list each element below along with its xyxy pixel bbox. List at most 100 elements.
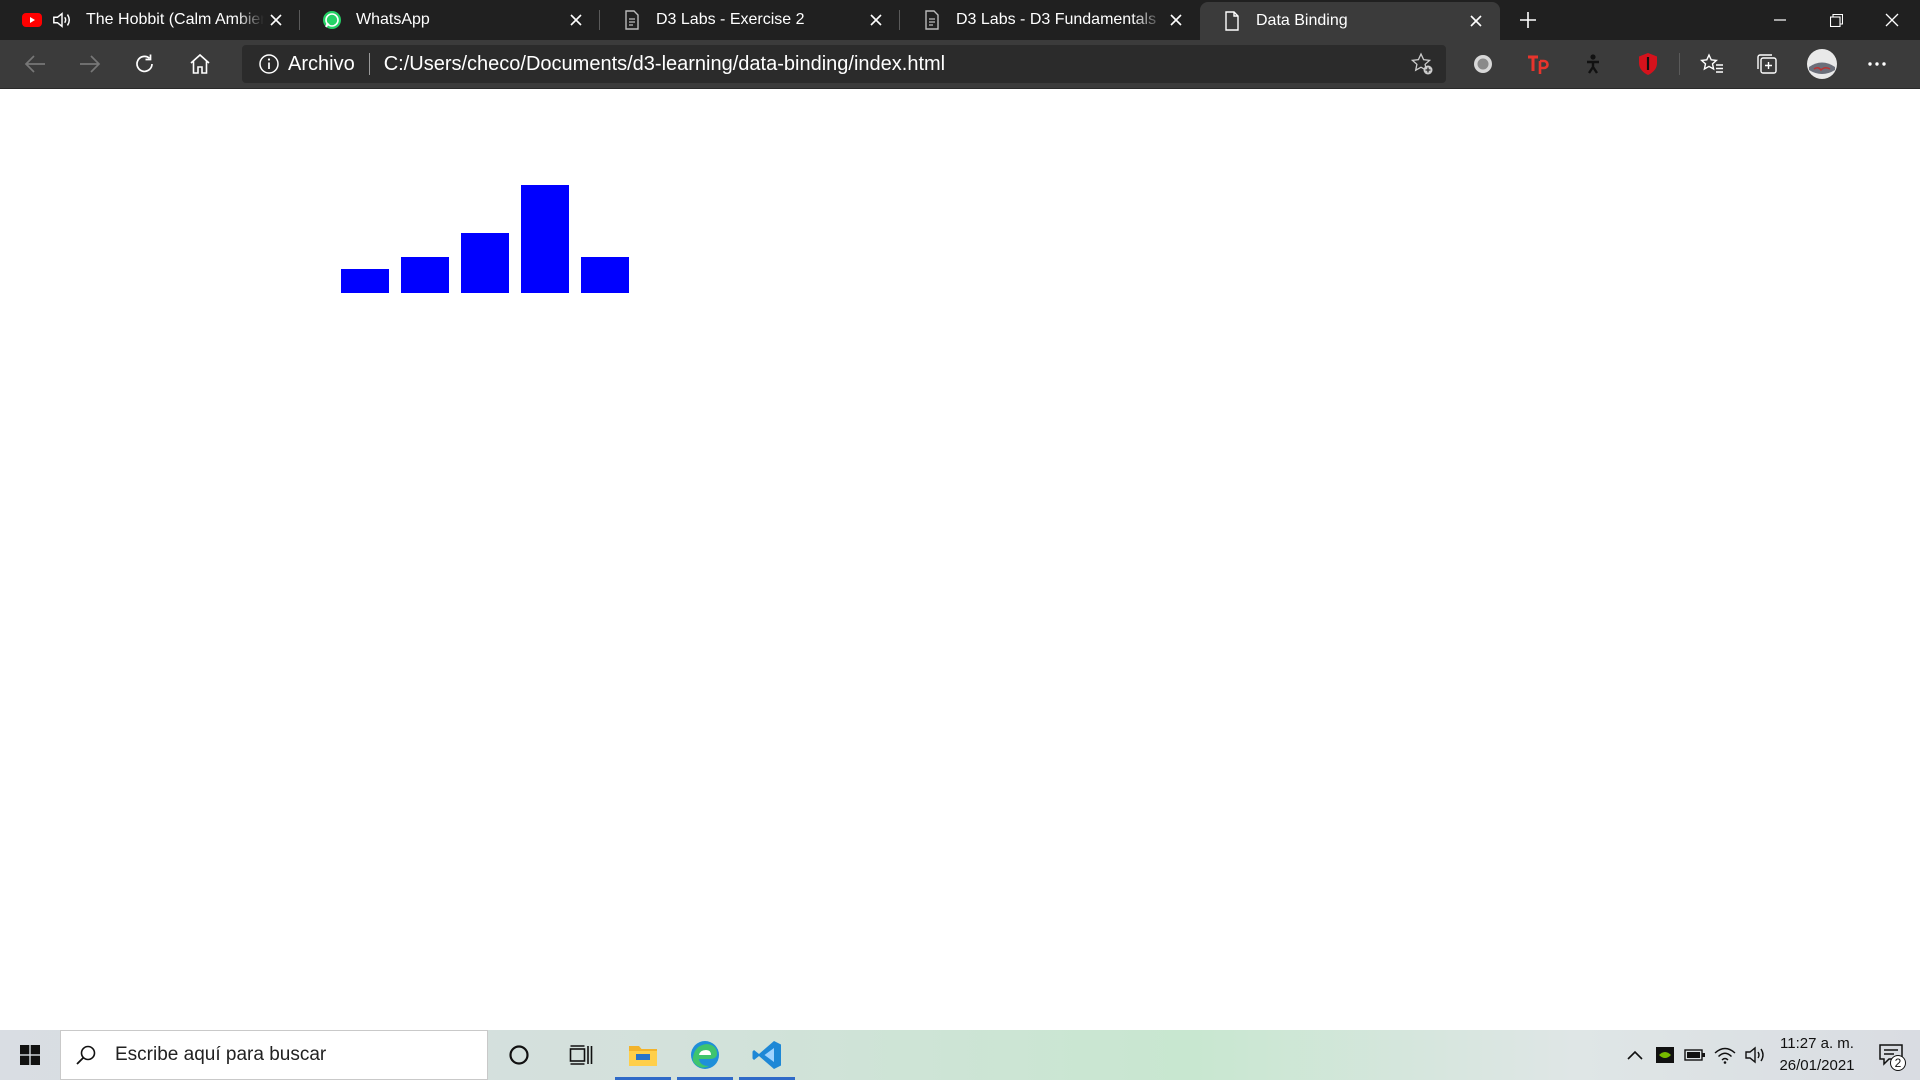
page-viewport [0,89,1920,1030]
wifi-icon [1714,1047,1736,1064]
bar-chart [341,185,629,293]
whatsapp-icon [322,10,342,30]
forward-button[interactable] [70,44,110,84]
battery-tray-button[interactable] [1680,1030,1710,1080]
new-tab-button[interactable] [1508,0,1548,40]
back-arrow-icon [24,55,45,73]
browser-titlebar: The Hobbit (Calm Ambient Mix) WhatsApp D… [0,0,1920,40]
divider [1679,53,1680,75]
chevron-up-icon [1627,1050,1643,1060]
minimize-button[interactable] [1752,0,1808,40]
favorites-icon [1700,53,1723,73]
tab-title: The Hobbit (Calm Ambient Mix) [86,11,264,28]
close-icon [1885,13,1899,27]
window-controls [1752,0,1920,40]
collections-icon [1757,54,1777,74]
bar-3 [461,233,509,293]
tab-title: D3 Labs - D3 Fundamentals [956,11,1157,28]
tab-title: D3 Labs - Exercise 2 [656,11,805,28]
clock-date: 26/01/2021 [1779,1057,1855,1074]
document-icon [1222,11,1242,31]
refresh-button[interactable] [125,44,165,84]
tab-the-hobbit[interactable]: The Hobbit (Calm Ambient Mix) [0,0,300,40]
action-center-button[interactable]: 2 [1862,1030,1920,1080]
add-favorite-button[interactable] [1402,45,1442,83]
cortana-icon [509,1045,529,1065]
address-bar[interactable]: Archivo C:/Users/checo/Documents/d3-lear… [242,45,1446,83]
forward-arrow-icon [80,55,101,73]
toolbar-extensions [1460,44,1900,84]
cortana-button[interactable] [488,1030,550,1080]
clock-time: 11:27 a. m. [1780,1035,1854,1052]
close-icon[interactable] [264,8,288,32]
collections-button[interactable] [1744,44,1790,84]
extension-tp-button[interactable] [1515,44,1561,84]
plus-icon [1520,12,1536,28]
close-window-button[interactable] [1864,0,1920,40]
close-icon[interactable] [1164,8,1188,32]
close-icon[interactable] [864,8,888,32]
back-button[interactable] [15,44,55,84]
windows-logo-icon [20,1045,40,1065]
extension-person-button[interactable] [1570,44,1616,84]
notification-count-badge: 2 [1890,1055,1906,1071]
tab-whatsapp[interactable]: WhatsApp [300,0,600,40]
extension-shield-button[interactable] [1625,44,1671,84]
tab-d3-labs-exercise-2[interactable]: D3 Labs - Exercise 2 [600,0,900,40]
divider [368,53,370,75]
tab-d3-labs-fundamentals[interactable]: D3 Labs - D3 Fundamentals [900,0,1200,40]
minimize-icon [1774,19,1786,21]
nvidia-icon [1656,1047,1674,1063]
avatar [1807,49,1837,79]
bar-1 [341,269,389,293]
page-icon [922,10,942,30]
task-view-icon [569,1045,593,1065]
taskbar-search-box[interactable]: Escribe aquí para buscar [60,1030,488,1080]
file-explorer-icon [629,1046,657,1066]
settings-menu-button[interactable] [1854,44,1900,84]
vscode-taskbar-button[interactable] [736,1030,798,1080]
wifi-tray-button[interactable] [1710,1030,1740,1080]
taskbar-clock[interactable]: 11:27 a. m. 26/01/2021 [1772,1033,1862,1077]
restore-button[interactable] [1808,0,1864,40]
vscode-icon [752,1041,781,1069]
restore-icon [1829,13,1843,27]
tab-data-binding[interactable]: Data Binding [1200,2,1500,40]
more-icon [1868,62,1886,66]
speaker-icon [1745,1046,1764,1064]
home-icon [190,53,210,74]
edge-taskbar-button[interactable] [674,1030,736,1080]
tab-title: WhatsApp [356,11,430,28]
search-placeholder: Escribe aquí para buscar [115,1044,327,1065]
tab-strip: The Hobbit (Calm Ambient Mix) WhatsApp D… [0,0,1500,40]
windows-taskbar: Escribe aquí para buscar 11:27 a. m. 26/… [0,1030,1920,1080]
url-text[interactable]: C:/Users/checo/Documents/d3-learning/dat… [384,53,1402,76]
extension-record-button[interactable] [1460,44,1506,84]
speaker-icon[interactable] [52,10,72,30]
start-button[interactable] [0,1030,60,1080]
home-button[interactable] [180,44,220,84]
accessibility-icon [1587,54,1599,74]
tp-icon [1528,55,1549,74]
close-icon[interactable] [564,8,588,32]
star-add-icon [1410,52,1433,75]
bar-4 [521,185,569,293]
site-info-label[interactable]: Archivo [288,53,355,76]
favorites-button[interactable] [1689,44,1735,84]
system-tray: 11:27 a. m. 26/01/2021 2 [1620,1030,1920,1080]
edge-icon [691,1041,719,1069]
close-icon[interactable] [1464,9,1488,33]
shield-icon [1639,53,1657,75]
youtube-icon [22,10,42,30]
bars-group [341,185,629,293]
file-explorer-taskbar-button[interactable] [612,1030,674,1080]
task-view-button[interactable] [550,1030,612,1080]
profile-button[interactable] [1799,44,1845,84]
refresh-icon [136,54,153,73]
search-icon [76,1045,96,1065]
nvidia-tray-button[interactable] [1650,1030,1680,1080]
browser-toolbar: Archivo C:/Users/checo/Documents/d3-lear… [0,40,1920,89]
info-icon[interactable] [258,53,280,75]
show-hidden-icons-button[interactable] [1620,1030,1650,1080]
volume-tray-button[interactable] [1740,1030,1770,1080]
